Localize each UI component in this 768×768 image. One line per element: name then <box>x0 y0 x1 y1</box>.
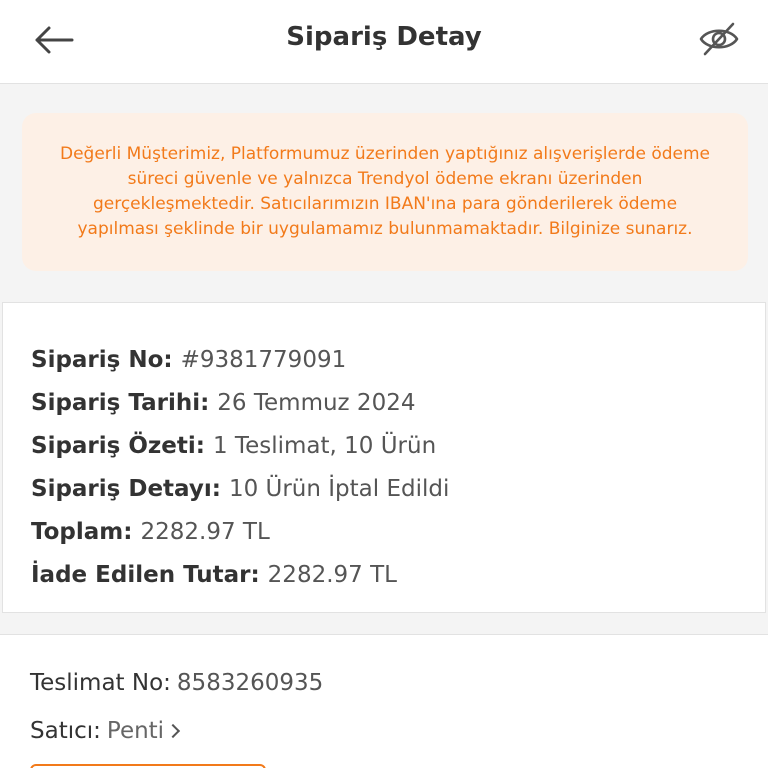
toggle-visibility-button[interactable] <box>692 14 746 64</box>
page-title: Sipariş Detay <box>286 22 482 52</box>
seller-row: Satıcı: Penti <box>30 707 768 755</box>
order-date-label: Sipariş Tarihi: <box>31 390 210 416</box>
app-header: Sipariş Detay <box>0 0 768 84</box>
order-date-value: 26 Temmuz 2024 <box>217 390 416 416</box>
delivery-number-row: Teslimat No: 8583260935 <box>30 659 768 707</box>
eye-off-icon <box>699 22 739 56</box>
seller-name: Penti <box>106 718 165 744</box>
order-date-row: Sipariş Tarihi: 26 Temmuz 2024 <box>31 382 765 425</box>
action-button[interactable] <box>30 764 266 768</box>
delivery-count: 1 Teslimat <box>212 433 330 459</box>
delivery-number-label: Teslimat No: <box>30 670 171 696</box>
refund-amount-value: 2282.97 TL <box>267 562 397 588</box>
order-detail-row: Sipariş Detayı: 10 Ürün İptal Edildi <box>31 468 765 511</box>
order-total-value: 2282.97 TL <box>140 519 270 545</box>
chevron-right-icon <box>166 723 181 739</box>
order-number-label: Sipariş No: <box>31 347 173 373</box>
payment-notice: Değerli Müşterimiz, Platformumuz üzerind… <box>22 113 748 271</box>
seller-link[interactable]: Penti <box>106 718 181 744</box>
order-detail-label: Sipariş Detayı: <box>31 476 221 502</box>
order-summary-label: Sipariş Özeti: <box>31 433 205 459</box>
order-total-row: Toplam: 2282.97 TL <box>31 511 765 554</box>
order-number-row: Sipariş No: #9381779091 <box>31 339 765 382</box>
item-count: 10 Ürün <box>344 433 437 459</box>
delivery-number-value: 8583260935 <box>176 670 324 696</box>
seller-label: Satıcı: <box>30 718 101 744</box>
order-number-value: #9381779091 <box>180 347 347 373</box>
summary-separator: , <box>329 433 345 459</box>
delivery-card: Teslimat No: 8583260935 Satıcı: Penti <box>0 634 768 768</box>
refund-amount-label: İade Edilen Tutar: <box>31 562 260 588</box>
order-detail-value: 10 Ürün İptal Edildi <box>228 476 450 502</box>
notice-text: Değerli Müşterimiz, Platformumuz üzerind… <box>60 144 710 239</box>
refund-amount-row: İade Edilen Tutar: 2282.97 TL <box>31 554 765 597</box>
order-summary-card: Sipariş No: #9381779091 Sipariş Tarihi: 26… <box>2 302 766 613</box>
order-total-label: Toplam: <box>31 519 133 545</box>
order-summary-row: Sipariş Özeti: 1 Teslimat, 10 Ürün <box>31 425 765 468</box>
